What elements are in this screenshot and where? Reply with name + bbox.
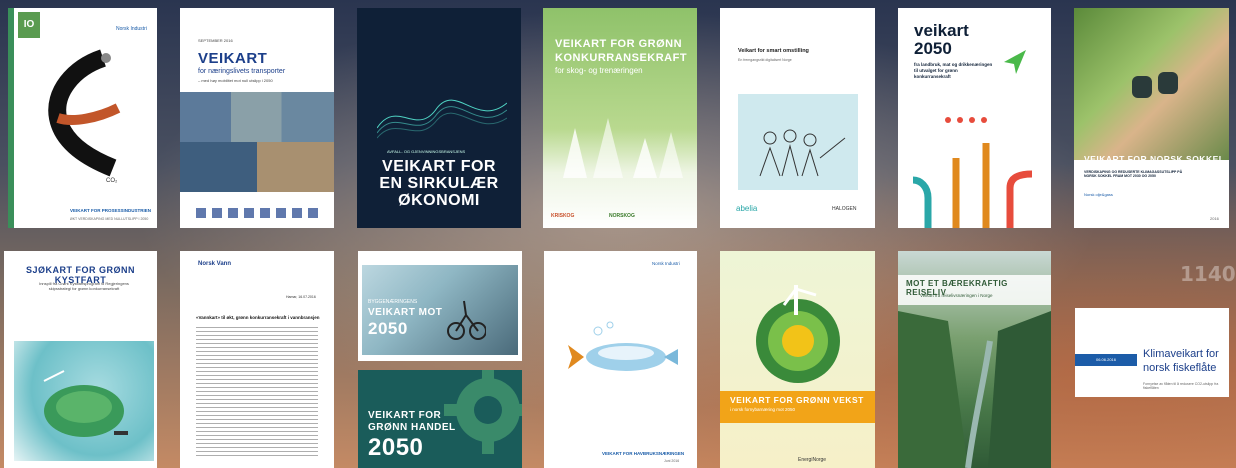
corner-tag: IO [18, 12, 40, 38]
fish-submarine-illustration [568, 321, 678, 371]
logo-norsk-industri: Norsk Industri [116, 26, 147, 32]
co2-label: CO₂ [106, 178, 118, 184]
forest-illustration [563, 118, 683, 178]
cover-title-line1: Klimaveikart for [1143, 348, 1219, 360]
logo-norskog: NORSKOG [609, 213, 635, 219]
cover-title-line1: VEIKART FOR [368, 410, 442, 421]
logo-norsk-vann: Norsk Vann [198, 261, 232, 267]
cover-veikart-2050[interactable]: veikart 2050 fra landbruk, mat og drikke… [898, 8, 1051, 228]
logo-halogen: HALOGEN [832, 206, 857, 212]
cover-title-line3: ØKONOMI [398, 192, 480, 209]
cover-subtitle: i norsk fornybarnæring mot 2050 [730, 407, 796, 412]
cover-sirkulaer-okonomi[interactable]: AVFALL- OG GJENVINNINGSBRANSJENS VEIKART… [357, 8, 521, 228]
cover-title: Veikart for smart omstilling [738, 48, 809, 54]
cover-subtitle: Fornyelse av flåten til å redusere CO2-u… [1143, 382, 1219, 390]
cover-subtitle: VERDISKAPING OG REDUSERTE KLIMAGASSUTSLI… [1084, 170, 1183, 178]
wave-lines [377, 99, 507, 139]
logo-abelia: abelia [736, 204, 758, 213]
cover-title-line1: VEIKART MOT [368, 307, 443, 318]
cover-year: 2016 [1210, 216, 1219, 221]
logo-energinorge: EnergiNorge [798, 457, 827, 463]
cover-title: VEIKART FOR PROSESSINDUSTRIEN [70, 208, 152, 213]
cover-gronn-konkurransekraft[interactable]: VEIKART FOR GRØNN KONKURRANSEKRAFT for s… [543, 8, 697, 228]
cover-title-line2: norsk fiskeflåte [1143, 362, 1217, 374]
cover-prosessindustrien[interactable]: IO Norsk Industri CO₂ VEIKART FOR PROSES… [8, 8, 157, 228]
cover-title: VEIKART FOR HAVBRUKSNÆRINGEN [602, 451, 685, 456]
cover-naeringslivets-transporter[interactable]: SEPTEMBER 2016 VEIKART for næringslivets… [180, 8, 334, 228]
cover-havbruksnaeringen[interactable]: Norsk Industri VEIKART FOR HAVBRUKSNÆRIN… [544, 251, 697, 468]
cyclist-silhouette [447, 300, 486, 340]
cover-title-line2: GRØNN HANDEL [368, 422, 456, 433]
cover-subtitle: En fremgangsrikt digitalisert Norge [738, 58, 792, 62]
cover-norsk-vann[interactable]: Norsk Vann Hamar, 16.07.2016 «Vannkart» … [180, 251, 334, 468]
cover-smart-omstilling[interactable]: Veikart for smart omstilling En fremgang… [720, 8, 875, 228]
cover-fiskeflaate[interactable]: 06.06.2016 Klimaveikart for norsk fiskef… [1075, 308, 1229, 397]
curve-illustration [48, 49, 121, 177]
cover-gronn-kystfart[interactable]: SJØKART FOR GRØNN KYSTFART Innspill fra … [4, 251, 157, 468]
cover-subtitle: for næringslivets transporter [198, 68, 286, 75]
logo-norsk-industri: Norsk Industri [652, 261, 680, 266]
logo-norsk-olje-gass: Norsk olje&gass [1084, 192, 1113, 197]
cover-title-line3: 2050 [368, 434, 424, 461]
cover-subtitle: fra landbruk, mat og drikkenæringen til … [914, 62, 993, 79]
cover-kicker: BYGGENÆRINGENS [368, 299, 418, 305]
cover-title-line2: EN SIRKULÆR [379, 175, 499, 192]
partner-logos [196, 208, 322, 218]
cover-kicker: AVFALL- OG GJENVINNINGSBRANSJENS [387, 149, 466, 154]
cover-subtitle: Innspill fra Grønt Kystfartsprogram til … [39, 281, 129, 291]
cover-subtitle: Veikart fra reiselivsnæringen i Norge [920, 293, 993, 298]
cover-title-line1: VEIKART FOR [382, 158, 496, 175]
cover-subtitle: for skog- og trenæringen [555, 66, 643, 75]
island-illustration [43, 370, 128, 437]
cover-reiseliv[interactable]: MOT ET BÆREKRAFTIG REISELIV Veikart fra … [898, 251, 1051, 468]
cover-norsk-sokkel[interactable]: VEIKART FOR NORSK SOKKEL VERDISKAPING OG… [1074, 8, 1229, 228]
cover-title-line2: KONKURRANSEKRAFT [555, 52, 688, 64]
cover-title-line1: VEIKART FOR GRØNN [555, 38, 683, 50]
logo-krikskog: KRISKOG [551, 213, 575, 219]
people-sketch [759, 129, 846, 177]
cover-title: VEIKART FOR NORSK SOKKEL [1084, 154, 1225, 164]
globe-illustration [756, 285, 840, 383]
fjord-illustration [898, 311, 1051, 468]
binoculars-icon [1132, 72, 1178, 98]
photo-collage-lower [180, 142, 334, 192]
letter-heading: «Vannkart» til økt, grønn konkurransekra… [196, 315, 320, 320]
green-arrow-icon [1004, 50, 1026, 74]
cover-date: SEPTEMBER 2016 [198, 38, 233, 43]
gear-icon [444, 370, 522, 454]
cover-title: VEIKART FOR GRØNN VEKST [730, 395, 864, 405]
cover-date: Juni 2016 [664, 459, 680, 463]
letter-body-text [196, 327, 318, 457]
cover-gronn-vekst[interactable]: VEIKART FOR GRØNN VEKST i norsk fornybar… [720, 251, 875, 468]
cover-tagline: – med høy mobilitet mot null utslipp i 2… [198, 78, 273, 83]
road-arrows-illustration [912, 117, 1033, 228]
background-number: 11400 [1180, 262, 1236, 286]
cover-date: 06.06.2016 [1075, 354, 1137, 366]
cover-title-line2: 2050 [368, 319, 408, 338]
cover-gronn-handel[interactable]: VEIKART FOR GRØNN HANDEL 2050 [358, 370, 522, 468]
cover-byggenaeringen[interactable]: BYGGENÆRINGENS VEIKART MOT 2050 [358, 251, 522, 361]
cover-subtitle: ØKT VERDISKAPING MED NULLUTSLIPP I 2050 [70, 217, 149, 221]
cover-title: veikart 2050 [914, 21, 969, 58]
green-side-bar [8, 8, 14, 228]
cover-title: VEIKART [198, 50, 268, 67]
letter-date: Hamar, 16.07.2016 [286, 295, 316, 299]
